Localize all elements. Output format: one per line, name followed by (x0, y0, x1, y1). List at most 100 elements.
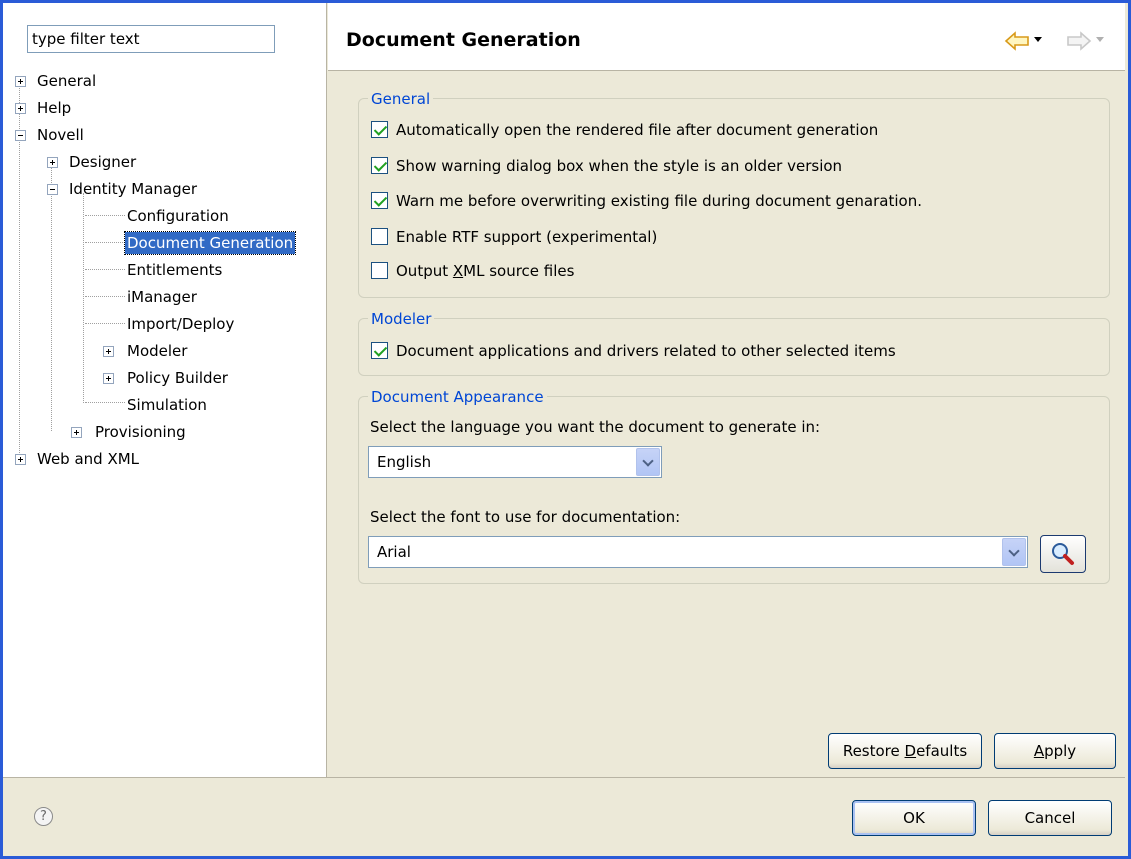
page-title: Document Generation (346, 29, 581, 51)
restore-defaults-label-part: Restore (842, 742, 905, 760)
tree-connector (85, 269, 125, 270)
show-warning-checkbox-row[interactable]: Show warning dialog box when the style i… (371, 155, 1091, 177)
browse-font-button[interactable] (1040, 535, 1086, 573)
tree-item-label: Import/Deploy (127, 315, 235, 333)
help-icon[interactable]: ? (34, 807, 53, 826)
apply-button[interactable]: Apply (994, 733, 1116, 769)
tree-item-provisioning[interactable]: Provisioning (67, 421, 307, 443)
tree-item-label: Provisioning (95, 423, 186, 441)
tree-item-label: Simulation (127, 396, 207, 414)
tree-connector (51, 161, 52, 431)
auto-open-checkbox-row[interactable]: Automatically open the rendered file aft… (371, 119, 1091, 141)
tree-item-help[interactable]: Help (11, 97, 311, 119)
tree-item-document-generation[interactable]: Document Generation (123, 231, 315, 255)
tree-item-simulation[interactable]: Simulation (125, 394, 315, 416)
tree-item-label: General (37, 72, 97, 90)
output-xml-label: Output XML source files (396, 260, 574, 282)
collapse-icon[interactable] (47, 184, 58, 195)
warn-overwrite-label: Warn me before overwriting existing file… (396, 192, 922, 210)
font-select-value: Arial (377, 543, 411, 561)
tree-item-label: Policy Builder (127, 369, 228, 387)
output-xml-checkbox[interactable] (371, 262, 388, 279)
tree-connector (85, 296, 125, 297)
tree-item-general[interactable]: General (11, 70, 311, 92)
tree-connector (85, 215, 125, 216)
ok-button[interactable]: OK (852, 800, 976, 836)
tree-item-label: Web and XML (37, 450, 140, 468)
warn-overwrite-checkbox-row[interactable]: Warn me before overwriting existing file… (371, 190, 1091, 212)
doc-apps-checkbox[interactable] (371, 342, 388, 359)
restore-defaults-label-part: efaults (916, 742, 968, 760)
expand-icon[interactable] (71, 427, 82, 438)
output-xml-checkbox-row[interactable]: Output XML source files (371, 260, 1091, 282)
forward-arrow-icon[interactable] (1066, 31, 1092, 51)
forward-history-dropdown-icon[interactable] (1096, 37, 1104, 42)
tree-item-configuration[interactable]: Configuration (125, 205, 315, 227)
tree-item-designer[interactable]: Designer (43, 151, 303, 173)
back-arrow-icon[interactable] (1004, 31, 1030, 51)
auto-open-checkbox[interactable] (371, 121, 388, 138)
restore-defaults-button[interactable]: Restore Defaults (828, 733, 982, 769)
tree-item-label: Modeler (127, 342, 188, 360)
modeler-group-title: Modeler (368, 310, 435, 328)
expand-icon[interactable] (103, 346, 114, 357)
tree-item-label: Identity Manager (69, 180, 198, 198)
footer-divider (3, 777, 1125, 778)
font-select[interactable]: Arial (368, 536, 1028, 568)
page-header: Document Generation (328, 3, 1125, 71)
tree-connector (83, 193, 84, 403)
doc-apps-checkbox-row[interactable]: Document applications and drivers relate… (371, 340, 1091, 362)
enable-rtf-label: Enable RTF support (experimental) (396, 228, 658, 246)
show-warning-checkbox[interactable] (371, 157, 388, 174)
back-history-dropdown-icon[interactable] (1034, 37, 1042, 42)
tree-item-policy-builder[interactable]: Policy Builder (99, 367, 309, 389)
apply-mnemonic: A (1033, 742, 1045, 760)
filter-input[interactable] (27, 25, 275, 53)
cancel-button[interactable]: Cancel (988, 800, 1112, 836)
document-appearance-group-title: Document Appearance (368, 388, 547, 406)
auto-open-label: Automatically open the rendered file aft… (396, 121, 879, 139)
tree-item-novell[interactable]: Novell (11, 124, 311, 146)
tree-item-label: Designer (69, 153, 137, 171)
tree-item-modeler[interactable]: Modeler (99, 340, 309, 362)
magnifier-icon (1052, 543, 1074, 565)
language-select-value: English (377, 453, 432, 471)
chevron-down-icon[interactable] (636, 448, 660, 476)
tree-item-identity-manager[interactable]: Identity Manager (43, 178, 303, 200)
tree-item-imanager[interactable]: iManager (125, 286, 315, 308)
restore-defaults-mnemonic: D (904, 742, 917, 760)
enable-rtf-checkbox[interactable] (371, 228, 388, 245)
tree-item-label: Entitlements (127, 261, 223, 279)
expand-icon[interactable] (15, 76, 26, 87)
tree-item-label: Document Generation (123, 231, 297, 255)
tree-item-import-deploy[interactable]: Import/Deploy (125, 313, 315, 335)
tree-connector (85, 402, 125, 403)
show-warning-label: Show warning dialog box when the style i… (396, 157, 843, 175)
tree-connector (85, 323, 125, 324)
general-group-title: General (368, 90, 434, 108)
output-xml-mnemonic: X (452, 262, 464, 280)
font-prompt: Select the font to use for documentation… (370, 508, 681, 526)
doc-apps-label: Document applications and drivers relate… (396, 342, 896, 360)
expand-icon[interactable] (103, 373, 114, 384)
language-select[interactable]: English (368, 446, 662, 478)
tree-item-label: Configuration (127, 207, 229, 225)
output-xml-label-part: Output (396, 262, 453, 280)
chevron-down-icon[interactable] (1002, 538, 1026, 566)
collapse-icon[interactable] (15, 130, 26, 141)
expand-icon[interactable] (15, 103, 26, 114)
tree-item-label: Help (37, 99, 72, 117)
tree-item-label: Novell (37, 126, 84, 144)
tree-item-web-and-xml[interactable]: Web and XML (11, 448, 311, 470)
enable-rtf-checkbox-row[interactable]: Enable RTF support (experimental) (371, 226, 1091, 248)
language-prompt: Select the language you want the documen… (370, 418, 821, 436)
apply-label-part: pply (1044, 742, 1077, 760)
tree-connector (85, 242, 125, 243)
tree-item-label: iManager (127, 288, 197, 306)
output-xml-label-part: ML source files (463, 262, 575, 280)
tree-item-entitlements[interactable]: Entitlements (125, 259, 315, 281)
warn-overwrite-checkbox[interactable] (371, 192, 388, 209)
expand-icon[interactable] (15, 454, 26, 465)
expand-icon[interactable] (47, 157, 58, 168)
preferences-tree-pane: General Help Novell Designer Identity Ma… (3, 3, 327, 777)
